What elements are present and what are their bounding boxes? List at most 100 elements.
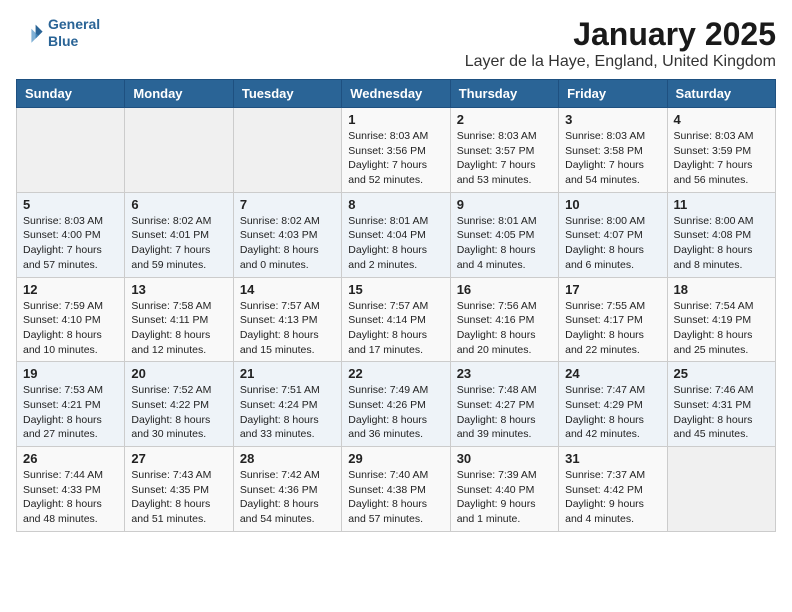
table-row: 11Sunrise: 8:00 AM Sunset: 4:08 PM Dayli… — [667, 192, 775, 277]
table-row: 18 Sunrise: 7:54 AM Sunset: 4:19 PM Dayli… — [667, 277, 775, 362]
day-number: 6 — [131, 197, 226, 212]
day-number: 21 — [240, 366, 335, 381]
table-row: 4 Sunrise: 8:03 AM Sunset: 3:59 PM Daylig… — [667, 108, 775, 193]
day-number: 22 — [348, 366, 443, 381]
day-info: Sunrise: 7:55 AM Sunset: 4:17 PM Dayligh… — [565, 299, 660, 358]
day-number: 8 — [348, 197, 443, 212]
table-row: 9Sunrise: 8:01 AM Sunset: 4:05 PM Daylig… — [450, 192, 558, 277]
calendar-title: January 2025 — [465, 16, 776, 53]
table-row: 26Sunrise: 7:44 AM Sunset: 4:33 PM Dayli… — [17, 447, 125, 532]
table-row: 8Sunrise: 8:01 AM Sunset: 4:04 PM Daylig… — [342, 192, 450, 277]
logo-text: General Blue — [48, 16, 100, 50]
table-row: 1 Sunrise: 8:03 AM Sunset: 3:56 PM Daylig… — [342, 108, 450, 193]
table-row: 13 Sunrise: 7:58 AM Sunset: 4:11 PM Dayli… — [125, 277, 233, 362]
col-friday: Friday — [559, 80, 667, 108]
week-row-3: 12 Sunrise: 7:59 AM Sunset: 4:10 PM Dayli… — [17, 277, 776, 362]
header: General Blue January 2025 Layer de la Ha… — [16, 16, 776, 71]
week-row-5: 26Sunrise: 7:44 AM Sunset: 4:33 PM Dayli… — [17, 447, 776, 532]
day-info: Sunrise: 8:03 AM Sunset: 3:56 PM Dayligh… — [348, 129, 443, 188]
table-row: 20 Sunrise: 7:52 AM Sunset: 4:22 PM Dayli… — [125, 362, 233, 447]
col-thursday: Thursday — [450, 80, 558, 108]
day-info: Sunrise: 7:47 AM Sunset: 4:29 PM Dayligh… — [565, 383, 660, 442]
day-number: 1 — [348, 112, 443, 127]
day-number: 25 — [674, 366, 769, 381]
table-row — [667, 447, 775, 532]
table-row: 6 Sunrise: 8:02 AM Sunset: 4:01 PM Daylig… — [125, 192, 233, 277]
day-number: 18 — [674, 282, 769, 297]
table-row: 30 Sunrise: 7:39 AM Sunset: 4:40 PM Dayli… — [450, 447, 558, 532]
logo-icon — [16, 19, 44, 47]
day-info: Sunrise: 7:54 AM Sunset: 4:19 PM Dayligh… — [674, 299, 769, 358]
table-row: 12 Sunrise: 7:59 AM Sunset: 4:10 PM Dayli… — [17, 277, 125, 362]
table-row: 25Sunrise: 7:46 AM Sunset: 4:31 PM Dayli… — [667, 362, 775, 447]
day-info: Sunrise: 8:01 AM Sunset: 4:05 PM Dayligh… — [457, 214, 552, 273]
day-info: Sunrise: 8:02 AM Sunset: 4:03 PM Dayligh… — [240, 214, 335, 273]
col-tuesday: Tuesday — [233, 80, 341, 108]
table-row: 23Sunrise: 7:48 AM Sunset: 4:27 PM Dayli… — [450, 362, 558, 447]
calendar-subtitle: Layer de la Haye, England, United Kingdo… — [465, 53, 776, 71]
day-number: 28 — [240, 451, 335, 466]
day-number: 20 — [131, 366, 226, 381]
day-number: 31 — [565, 451, 660, 466]
day-info: Sunrise: 7:39 AM Sunset: 4:40 PM Dayligh… — [457, 468, 552, 527]
day-number: 30 — [457, 451, 552, 466]
day-info: Sunrise: 7:37 AM Sunset: 4:42 PM Dayligh… — [565, 468, 660, 527]
table-row: 22 Sunrise: 7:49 AM Sunset: 4:26 PM Dayli… — [342, 362, 450, 447]
day-number: 23 — [457, 366, 552, 381]
day-number: 11 — [674, 197, 769, 212]
title-area: January 2025 Layer de la Haye, England, … — [465, 16, 776, 71]
day-info: Sunrise: 8:02 AM Sunset: 4:01 PM Dayligh… — [131, 214, 226, 273]
day-number: 4 — [674, 112, 769, 127]
day-info: Sunrise: 7:53 AM Sunset: 4:21 PM Dayligh… — [23, 383, 118, 442]
table-row: 29Sunrise: 7:40 AM Sunset: 4:38 PM Dayli… — [342, 447, 450, 532]
day-info: Sunrise: 7:51 AM Sunset: 4:24 PM Dayligh… — [240, 383, 335, 442]
col-saturday: Saturday — [667, 80, 775, 108]
table-row — [233, 108, 341, 193]
day-number: 5 — [23, 197, 118, 212]
week-row-4: 19 Sunrise: 7:53 AM Sunset: 4:21 PM Dayli… — [17, 362, 776, 447]
table-row: 5 Sunrise: 8:03 AM Sunset: 4:00 PM Daylig… — [17, 192, 125, 277]
col-sunday: Sunday — [17, 80, 125, 108]
table-row: 19 Sunrise: 7:53 AM Sunset: 4:21 PM Dayli… — [17, 362, 125, 447]
day-number: 14 — [240, 282, 335, 297]
day-number: 3 — [565, 112, 660, 127]
table-row: 2Sunrise: 8:03 AM Sunset: 3:57 PM Daylig… — [450, 108, 558, 193]
table-row: 3 Sunrise: 8:03 AM Sunset: 3:58 PM Daylig… — [559, 108, 667, 193]
day-number: 19 — [23, 366, 118, 381]
table-row: 27Sunrise: 7:43 AM Sunset: 4:35 PM Dayli… — [125, 447, 233, 532]
day-info: Sunrise: 8:03 AM Sunset: 4:00 PM Dayligh… — [23, 214, 118, 273]
table-row — [125, 108, 233, 193]
table-row: 15 Sunrise: 7:57 AM Sunset: 4:14 PM Dayli… — [342, 277, 450, 362]
table-row: 21 Sunrise: 7:51 AM Sunset: 4:24 PM Dayli… — [233, 362, 341, 447]
logo: General Blue — [16, 16, 100, 50]
week-row-2: 5 Sunrise: 8:03 AM Sunset: 4:00 PM Daylig… — [17, 192, 776, 277]
logo-line1: General — [48, 16, 100, 33]
day-info: Sunrise: 8:03 AM Sunset: 3:58 PM Dayligh… — [565, 129, 660, 188]
day-info: Sunrise: 7:52 AM Sunset: 4:22 PM Dayligh… — [131, 383, 226, 442]
day-info: Sunrise: 7:40 AM Sunset: 4:38 PM Dayligh… — [348, 468, 443, 527]
day-info: Sunrise: 8:03 AM Sunset: 3:59 PM Dayligh… — [674, 129, 769, 188]
day-info: Sunrise: 7:59 AM Sunset: 4:10 PM Dayligh… — [23, 299, 118, 358]
day-info: Sunrise: 7:57 AM Sunset: 4:13 PM Dayligh… — [240, 299, 335, 358]
day-info: Sunrise: 7:57 AM Sunset: 4:14 PM Dayligh… — [348, 299, 443, 358]
table-row: 16Sunrise: 7:56 AM Sunset: 4:16 PM Dayli… — [450, 277, 558, 362]
day-number: 13 — [131, 282, 226, 297]
header-row: Sunday Monday Tuesday Wednesday Thursday… — [17, 80, 776, 108]
day-number: 15 — [348, 282, 443, 297]
col-monday: Monday — [125, 80, 233, 108]
table-row: 7Sunrise: 8:02 AM Sunset: 4:03 PM Daylig… — [233, 192, 341, 277]
day-number: 12 — [23, 282, 118, 297]
table-row: 10Sunrise: 8:00 AM Sunset: 4:07 PM Dayli… — [559, 192, 667, 277]
day-number: 16 — [457, 282, 552, 297]
day-number: 26 — [23, 451, 118, 466]
day-info: Sunrise: 7:43 AM Sunset: 4:35 PM Dayligh… — [131, 468, 226, 527]
day-info: Sunrise: 7:58 AM Sunset: 4:11 PM Dayligh… — [131, 299, 226, 358]
week-row-1: 1 Sunrise: 8:03 AM Sunset: 3:56 PM Daylig… — [17, 108, 776, 193]
day-number: 24 — [565, 366, 660, 381]
day-number: 17 — [565, 282, 660, 297]
day-info: Sunrise: 7:49 AM Sunset: 4:26 PM Dayligh… — [348, 383, 443, 442]
calendar-table: Sunday Monday Tuesday Wednesday Thursday… — [16, 79, 776, 532]
table-row: 14 Sunrise: 7:57 AM Sunset: 4:13 PM Dayli… — [233, 277, 341, 362]
day-number: 2 — [457, 112, 552, 127]
table-row: 28Sunrise: 7:42 AM Sunset: 4:36 PM Dayli… — [233, 447, 341, 532]
